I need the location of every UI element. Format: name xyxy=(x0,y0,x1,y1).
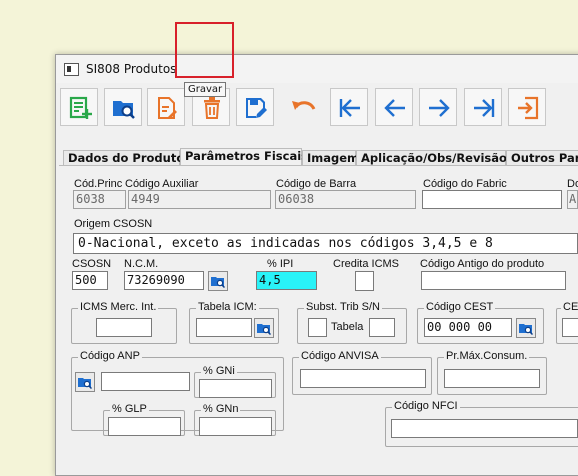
cut-label: Do xyxy=(567,178,578,190)
csosn-label: CSOSN xyxy=(72,258,112,270)
cod-aux-field[interactable]: 4949 xyxy=(128,190,271,209)
credita-icms-label: Credita ICMS xyxy=(333,258,400,270)
icms-merc-field[interactable] xyxy=(96,318,152,337)
origem-label: Origem CSOSN xyxy=(74,218,153,230)
cod-princ-field[interactable]: 6038 xyxy=(73,190,126,209)
ncm-field[interactable]: 73269090 xyxy=(124,271,204,290)
glp-label: % GLP xyxy=(110,403,149,415)
folder-search-icon xyxy=(257,324,271,335)
tabela-icm-search-button[interactable] xyxy=(254,318,274,338)
ncm-label: N.C.M. xyxy=(124,258,159,270)
anp-search-button[interactable] xyxy=(75,372,95,392)
cod-fabric-field[interactable] xyxy=(422,190,562,209)
gni-field[interactable] xyxy=(199,379,272,398)
credita-icms-checkbox[interactable] xyxy=(355,271,374,291)
save-button-highlight xyxy=(175,22,234,78)
edit-document-button[interactable] xyxy=(147,88,185,126)
gni-label: % GNi xyxy=(201,365,237,377)
csosn-field[interactable]: 500 xyxy=(72,271,108,290)
undo-button[interactable] xyxy=(283,88,321,126)
save-icon xyxy=(246,98,267,118)
nfci-label: Código NFCI xyxy=(392,400,460,412)
subst-tabela-field[interactable] xyxy=(369,318,395,337)
last-record-button[interactable] xyxy=(464,88,502,126)
cod-fabric-label: Código do Fabric xyxy=(423,178,507,190)
cod-antigo-label: Código Antigo do produto xyxy=(420,258,545,270)
cest-search-button[interactable] xyxy=(516,318,536,338)
ce-field[interactable] xyxy=(562,318,578,337)
ipi-label: % IPI xyxy=(267,258,294,270)
anvisa-field[interactable] xyxy=(300,369,426,388)
first-icon xyxy=(339,99,360,117)
save-button[interactable] xyxy=(236,88,274,126)
window-title: SI808 Produtos xyxy=(86,62,177,76)
exit-icon xyxy=(518,96,539,120)
title-bar: SI808 Produtos xyxy=(56,55,578,83)
folder-search-icon xyxy=(211,277,225,288)
subst-trib-checkbox[interactable] xyxy=(308,318,327,337)
first-record-button[interactable] xyxy=(330,88,368,126)
app-icon xyxy=(64,63,79,76)
new-record-button[interactable] xyxy=(60,88,98,126)
trash-icon xyxy=(204,97,220,119)
folder-search-icon xyxy=(78,378,92,389)
exit-button[interactable] xyxy=(508,88,546,126)
nfci-field[interactable] xyxy=(391,419,578,438)
subst-trib-label: Subst. Trib S/N xyxy=(304,301,382,313)
undo-icon xyxy=(292,101,316,110)
save-tooltip: Gravar xyxy=(184,82,227,97)
ipi-field[interactable]: 4,5 xyxy=(256,271,317,290)
document-edit-icon xyxy=(158,97,177,119)
tabela-icm-field[interactable] xyxy=(196,318,252,337)
cut-field[interactable]: A xyxy=(567,190,578,209)
cest-label: Código CEST xyxy=(424,301,496,313)
cod-aux-label: Código Auxiliar xyxy=(125,178,199,190)
origem-field[interactable]: 0-Nacional, exceto as indicadas nos códi… xyxy=(73,233,578,254)
previous-record-button[interactable] xyxy=(375,88,413,126)
cod-barra-label: Código de Barra xyxy=(276,178,357,190)
tabela-label: Tabela xyxy=(331,321,364,333)
next-record-button[interactable] xyxy=(419,88,457,126)
search-folder-button[interactable] xyxy=(104,88,142,126)
icms-merc-label: ICMS Merc. Int. xyxy=(78,301,159,313)
gnn-label: % GNn xyxy=(201,403,241,415)
folder-search-icon xyxy=(113,101,135,119)
anp-field[interactable] xyxy=(101,372,190,391)
tabela-icm-label: Tabela ICM: xyxy=(196,301,259,313)
prmax-field[interactable] xyxy=(444,369,540,388)
gnn-field[interactable] xyxy=(199,417,272,436)
last-icon xyxy=(474,99,495,117)
arrow-right-icon xyxy=(429,99,450,117)
cod-princ-label: Cód.Princ xyxy=(74,178,123,190)
cest-field[interactable]: 00 000 00 xyxy=(424,318,512,337)
ce-label: CE xyxy=(561,301,578,313)
folder-search-icon xyxy=(519,324,533,335)
anp-label: Código ANP xyxy=(78,350,142,362)
prmax-label: Pr.Máx.Consum. xyxy=(444,350,530,362)
anvisa-label: Código ANVISA xyxy=(299,350,381,362)
toolbar xyxy=(56,85,578,133)
cod-barra-field[interactable]: 06038 xyxy=(275,190,416,209)
ncm-search-button[interactable] xyxy=(208,271,228,291)
glp-field[interactable] xyxy=(108,417,181,436)
arrow-left-icon xyxy=(384,99,405,117)
cod-antigo-field[interactable] xyxy=(421,271,566,290)
new-record-icon xyxy=(69,96,92,119)
